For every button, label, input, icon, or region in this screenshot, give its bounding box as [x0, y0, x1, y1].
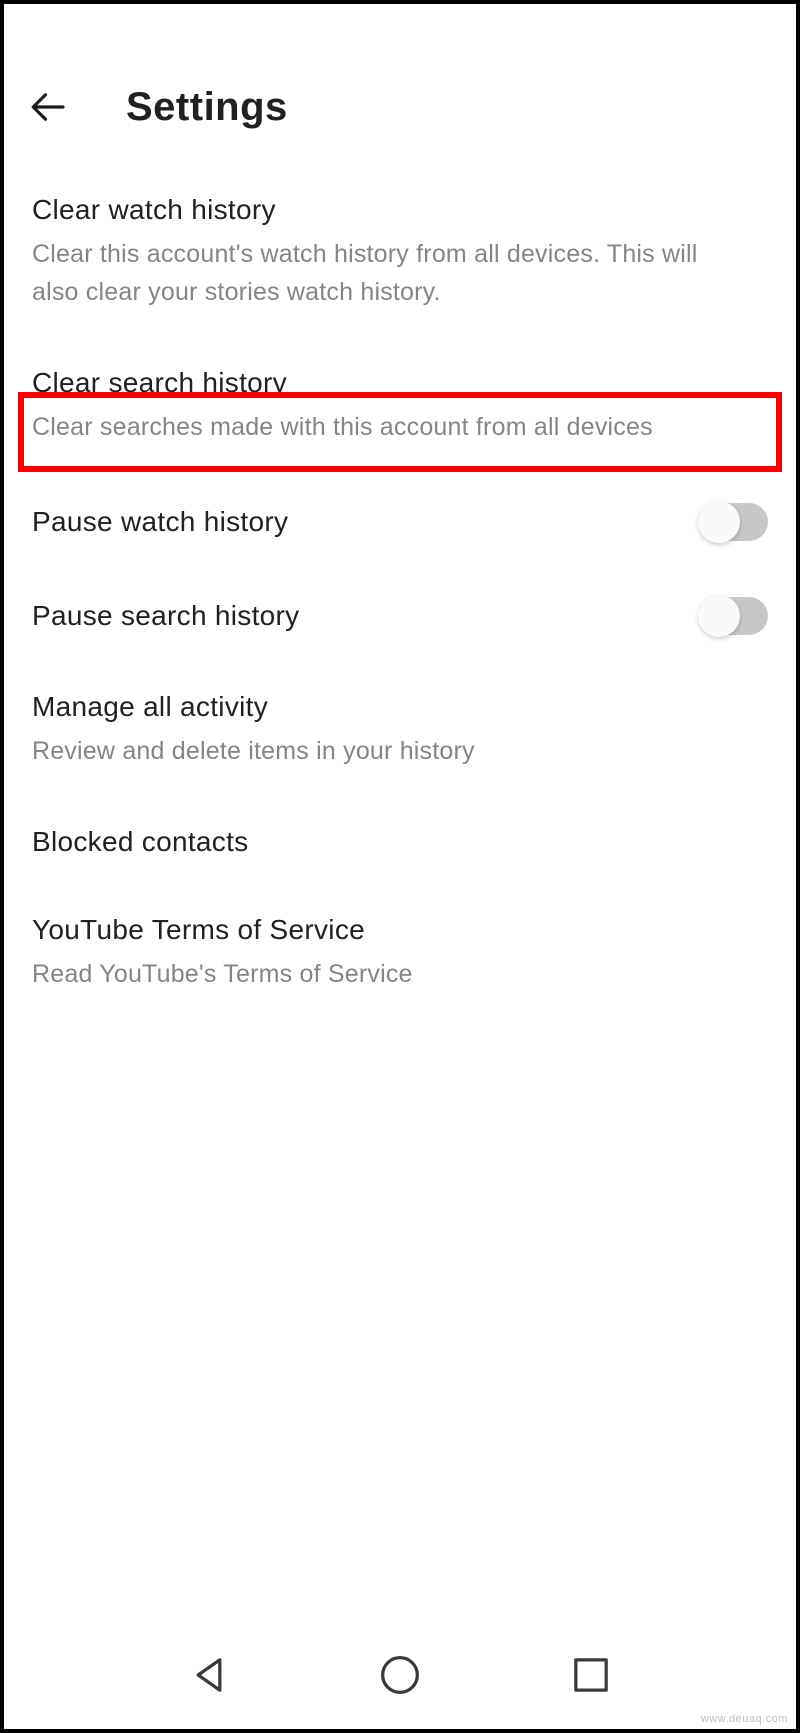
toggle-knob — [698, 595, 740, 637]
back-button[interactable] — [24, 82, 74, 132]
youtube-terms-item[interactable]: YouTube Terms of Service Read YouTube's … — [28, 888, 772, 1024]
nav-home-button[interactable] — [368, 1643, 432, 1707]
item-title: Pause watch history — [32, 506, 682, 538]
watermark: www.deuaq.com — [701, 1713, 788, 1725]
triangle-back-icon — [183, 1649, 235, 1701]
page-title: Settings — [126, 85, 288, 130]
clear-watch-history-item[interactable]: Clear watch history Clear this account's… — [28, 168, 772, 341]
manage-all-activity-item[interactable]: Manage all activity Review and delete it… — [28, 665, 772, 801]
pause-search-history-toggle[interactable] — [702, 597, 768, 635]
item-title: Manage all activity — [32, 691, 748, 723]
blocked-contacts-item[interactable]: Blocked contacts — [28, 800, 772, 888]
square-recent-icon — [565, 1649, 617, 1701]
pause-watch-history-item[interactable]: Pause watch history — [28, 477, 772, 571]
item-title: Pause search history — [32, 600, 682, 632]
item-title: Blocked contacts — [32, 826, 748, 858]
item-title: Clear watch history — [32, 194, 748, 226]
clear-search-history-item[interactable]: Clear search history Clear searches made… — [28, 341, 772, 477]
item-desc: Clear searches made with this account fr… — [32, 409, 748, 447]
toggle-knob — [698, 501, 740, 543]
arrow-left-icon — [28, 86, 70, 128]
item-title: Clear search history — [32, 367, 748, 399]
pause-watch-history-toggle[interactable] — [702, 503, 768, 541]
pause-search-history-item[interactable]: Pause search history — [28, 571, 772, 665]
item-desc: Review and delete items in your history — [32, 733, 748, 771]
item-title: YouTube Terms of Service — [32, 914, 748, 946]
nav-back-button[interactable] — [177, 1643, 241, 1707]
item-desc: Read YouTube's Terms of Service — [32, 956, 748, 994]
nav-recent-button[interactable] — [559, 1643, 623, 1707]
circle-home-icon — [374, 1649, 426, 1701]
item-desc: Clear this account's watch history from … — [32, 236, 748, 311]
